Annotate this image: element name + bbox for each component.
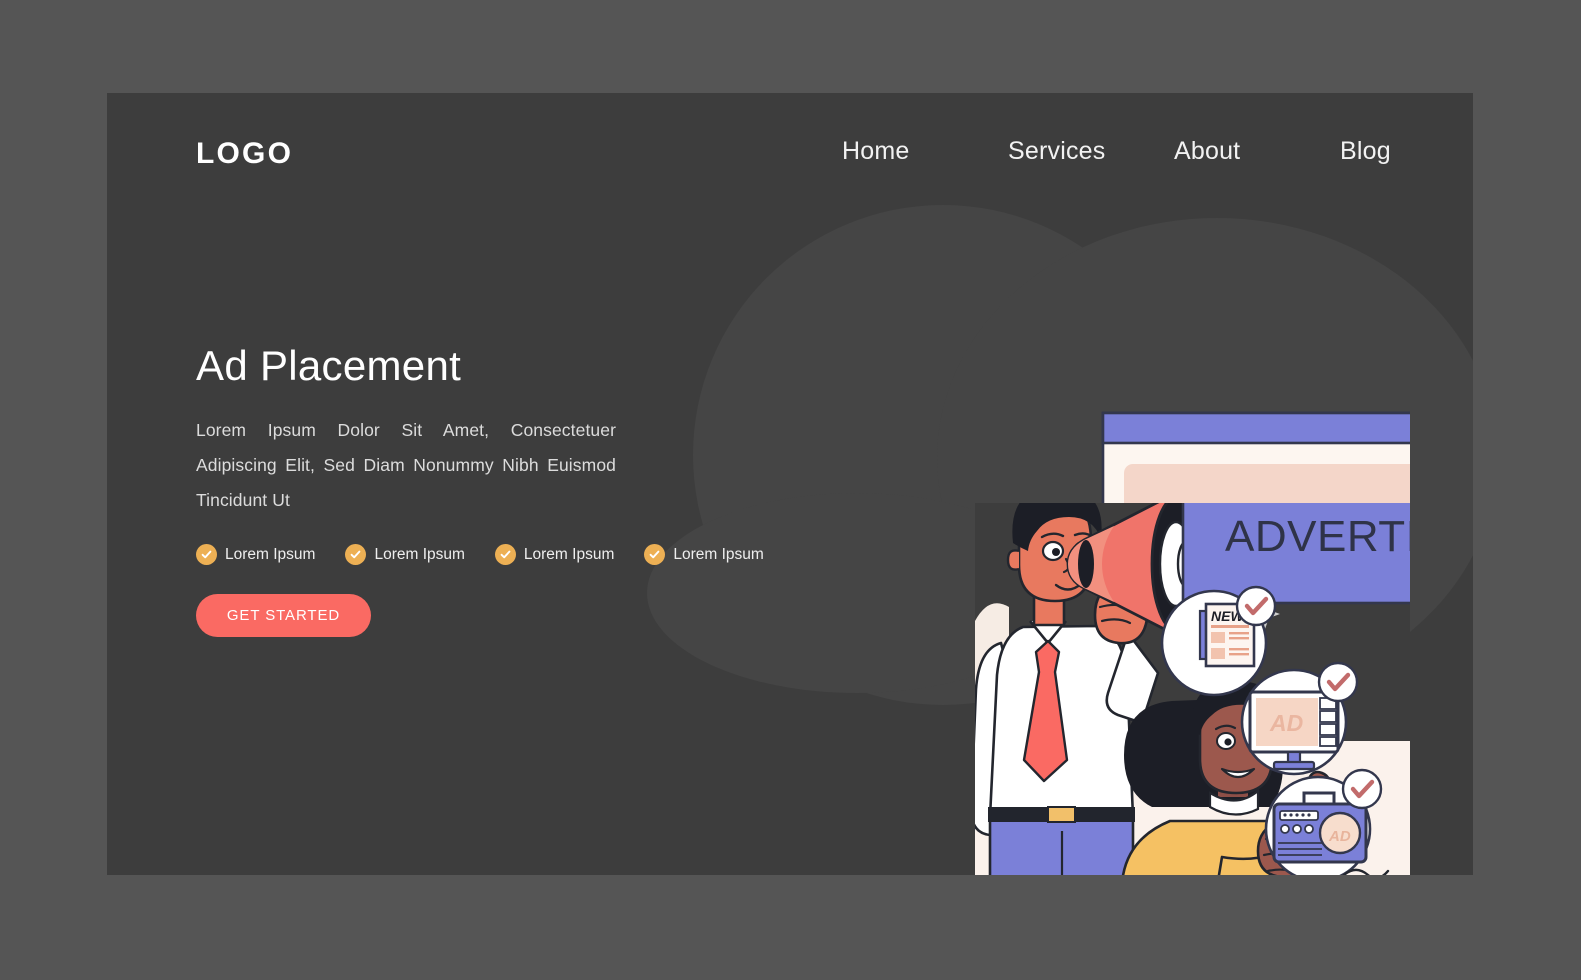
feature-label: Lorem Ipsum (673, 545, 764, 563)
feature-label: Lorem Ipsum (523, 545, 615, 563)
list-item: Lorem Ipsum (494, 544, 615, 566)
hero-illustration: ADVERTISING (870, 221, 1410, 875)
check-circle-icon (196, 544, 217, 566)
badge-monitor-label: AD (1269, 710, 1303, 736)
feature-label: Lorem Ipsum (374, 545, 465, 563)
check-circle-icon (644, 544, 666, 566)
page-title: Ad Placement (196, 342, 462, 389)
hero-subtitle: Lorem Ipsum Dolor Sit Amet, Consectetuer… (196, 420, 616, 511)
main-nav: Home Services About Blog (842, 137, 1391, 166)
advertising-banner: ADVERTISING (1181, 503, 1410, 605)
feature-list: Lorem Ipsum Lorem Ipsum Lorem Ipsum Lore… (196, 544, 764, 566)
logo[interactable]: LOGO (196, 137, 293, 171)
site-header: LOGO Home Services About Blog (107, 93, 1473, 223)
get-started-button[interactable]: GET STARTED (196, 594, 371, 638)
nav-link-home[interactable]: Home (842, 137, 910, 165)
check-circle-icon (494, 544, 516, 566)
nav-link-services[interactable]: Services (1008, 137, 1105, 165)
list-item: Lorem Ipsum (644, 544, 764, 566)
hero-section: Ad Placement Lorem Ipsum Dolor Sit Amet,… (196, 342, 764, 638)
list-item: Lorem Ipsum (196, 544, 316, 566)
badge-radio-label: AD (1328, 828, 1351, 845)
advertising-banner-text: ADVERTISING (1225, 512, 1410, 561)
nav-link-about[interactable]: About (1174, 137, 1240, 165)
check-circle-icon (345, 544, 367, 566)
nav-link-blog[interactable]: Blog (1340, 137, 1391, 165)
landing-page-card: LOGO Home Services About Blog Ad Placeme… (107, 93, 1473, 875)
feature-label: Lorem Ipsum (225, 545, 316, 563)
list-item: Lorem Ipsum (345, 544, 465, 566)
